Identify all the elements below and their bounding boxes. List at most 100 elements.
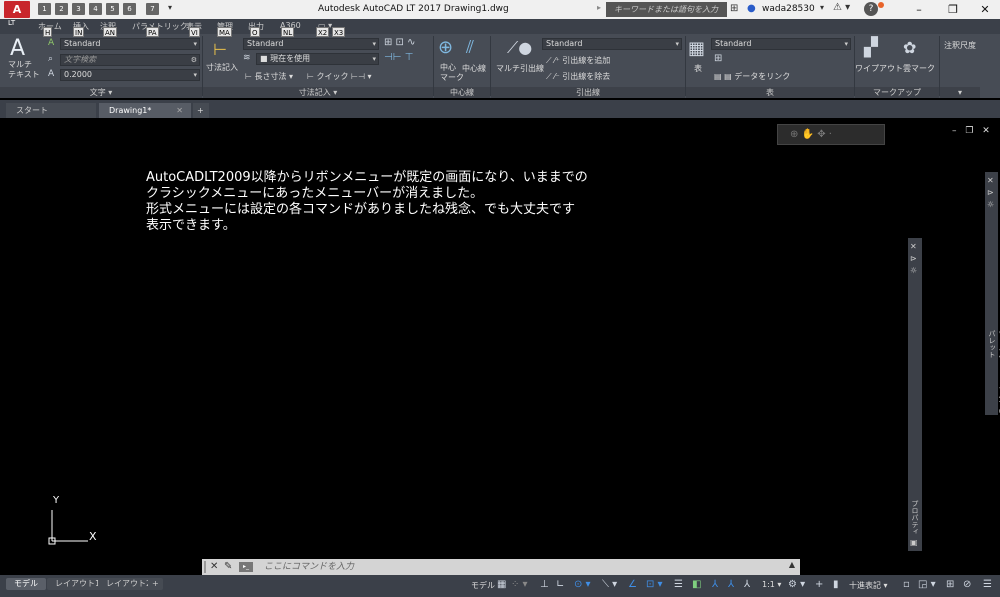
open-file-icon[interactable]: 2 <box>55 3 68 15</box>
centerline-icon[interactable]: ⫽ <box>466 37 474 58</box>
object-snap-icon[interactable]: ⊡ ▾ <box>646 579 663 590</box>
close-icon[interactable]: ✕ <box>987 176 994 185</box>
find-text-input[interactable]: 文字検索 ⚙ <box>60 54 200 66</box>
linear-dim-button[interactable]: ⊢ 長さ寸法 ▾ <box>245 71 293 82</box>
wipeout-label[interactable]: ワイプアウト <box>855 63 903 74</box>
polar-tracking-icon[interactable]: ⊙ ▾ <box>574 579 591 590</box>
tab-start[interactable]: スタート <box>6 103 96 118</box>
quick-dim-button[interactable]: ⊢ クイック ⊢⊣ ▾ <box>307 71 372 82</box>
command-input[interactable] <box>264 560 784 574</box>
save-as-icon[interactable]: 4 <box>89 3 102 15</box>
settings-icon[interactable]: ☼ <box>987 200 994 209</box>
annotation-scale-label[interactable]: 注釈尺度 <box>944 40 976 51</box>
multileader-icon[interactable]: ⟋● <box>507 38 532 58</box>
close-icon[interactable]: ✕ <box>973 2 997 17</box>
tab-parametric[interactable]: パラメトリック <box>132 21 188 32</box>
quick-properties-icon[interactable]: ▮ <box>833 579 839 590</box>
search-expand-icon[interactable]: ▸ <box>597 3 601 12</box>
maximize-icon[interactable]: ❐ <box>941 2 965 17</box>
isodraft-icon[interactable]: ⟍ ▾ <box>602 579 617 590</box>
command-history-icon[interactable]: ▸_ <box>239 562 253 572</box>
model-space-toggle[interactable]: モデル <box>471 580 495 591</box>
leader-style-select[interactable]: Standard ▾ <box>542 38 682 50</box>
dim-tools-icon[interactable]: ⊞ ⊡ ∿ <box>384 37 416 48</box>
table-label[interactable]: 表 <box>694 63 702 74</box>
dimension-panel-title[interactable]: 寸法記入 ▾ <box>203 87 433 98</box>
close-icon[interactable]: ✕ <box>910 242 917 251</box>
units-select[interactable]: 十進表記 ▾ <box>849 580 888 591</box>
undo-icon[interactable]: 6 <box>123 3 136 15</box>
minimize-icon[interactable]: – <box>907 2 931 17</box>
annotation-scale-icon[interactable]: ⅄ <box>744 579 750 590</box>
add-leader-button[interactable]: ⟋ ⁄⁺ 引出線を追加 <box>546 55 610 66</box>
center-mark-icon[interactable]: ⊕ <box>438 37 453 58</box>
mtext-note[interactable]: AutoCADLT2009以降からリボンメニューが既定の画面になり、いままでの … <box>146 170 626 234</box>
command-grip[interactable] <box>204 561 206 573</box>
centerline-panel-title[interactable]: 中心線 <box>434 87 490 98</box>
expand-icon[interactable]: ▲ <box>789 560 795 569</box>
lineweight-icon[interactable]: ☰ <box>674 579 683 590</box>
annotation-scale-dropdown-icon[interactable]: ▾ <box>940 87 980 98</box>
close-tab-icon[interactable]: ✕ <box>176 103 183 118</box>
data-link-button[interactable]: ▤ ▤ データをリンク <box>714 71 790 82</box>
dim-layer-select[interactable]: ■ 現在を使用 ▾ <box>256 53 379 65</box>
add-layout-button[interactable]: + <box>148 578 163 590</box>
hardware-acceleration-icon[interactable]: ◲ ▾ <box>918 579 936 590</box>
properties-icon[interactable]: ▣ <box>910 538 918 547</box>
ortho-icon[interactable]: ∟ <box>556 579 564 590</box>
wipeout-icon[interactable]: ▞ <box>864 37 878 58</box>
binoculars-icon[interactable]: ⊞ <box>730 3 738 14</box>
text-height-select[interactable]: 0.2000 ▾ <box>60 69 200 81</box>
print-icon[interactable]: 5 <box>106 3 119 15</box>
snap-icon[interactable]: ⁘ ▾ <box>511 579 528 590</box>
grid-icon[interactable]: ▦ <box>497 579 506 590</box>
quick-access-dropdown-icon[interactable]: ▾ <box>168 3 172 12</box>
menu-icon[interactable]: ☰ <box>983 579 992 590</box>
workspace-gear-icon[interactable]: ⚙ ▾ <box>788 579 805 590</box>
dim-break-icon[interactable]: ⊣⊢ ⊤ <box>384 52 413 63</box>
close-icon[interactable]: ✕ <box>210 561 218 572</box>
user-dropdown-icon[interactable]: ▾ <box>820 3 824 12</box>
table-panel-title[interactable]: 表 <box>686 87 854 98</box>
annotation-scale-value[interactable]: 1:1 ▾ <box>762 580 781 589</box>
object-snap-tracking-icon[interactable]: ∠ <box>628 579 637 590</box>
centerline-label[interactable]: 中心線 <box>462 63 486 74</box>
help-search-input[interactable]: キーワードまたは語句を入力 <box>606 2 727 17</box>
multileader-label[interactable]: マルチ引出線 <box>496 63 544 74</box>
plus-icon[interactable]: + <box>815 579 823 590</box>
center-mark-label[interactable]: 中心 マーク <box>440 63 464 83</box>
clean-screen-icon[interactable]: ⊞ <box>946 579 954 590</box>
new-tab-button[interactable]: + <box>193 103 209 118</box>
customization-icon[interactable]: ⊘ <box>963 579 971 590</box>
help-icon[interactable]: ? <box>864 2 878 16</box>
table-style-select[interactable]: Standard ▾ <box>711 38 851 50</box>
properties-palette-strip[interactable]: ✕ ⊳ ☼ プロパティ ▣ <box>908 238 922 551</box>
auto-scale-icon[interactable]: ⅄ <box>728 579 734 590</box>
extract-data-icon[interactable]: ⊞ <box>714 53 722 64</box>
multiline-text-icon[interactable]: A <box>10 36 25 61</box>
save-file-icon[interactable]: 3 <box>72 3 85 15</box>
tab-drawing1[interactable]: Drawing1* ✕ <box>99 103 191 118</box>
application-menu-button[interactable]: A <box>4 1 30 18</box>
remove-leader-button[interactable]: ⟋ ⁄⁻ 引出線を除去 <box>546 71 610 82</box>
user-name[interactable]: wada28530 <box>762 4 815 14</box>
dimension-button-label[interactable]: 寸法記入 <box>206 62 238 73</box>
markup-panel-title[interactable]: マークアップ <box>855 87 939 98</box>
exchange-apps-icon[interactable]: ⚠ ▾ <box>833 2 850 13</box>
new-file-icon[interactable]: 1 <box>38 3 51 15</box>
pin-icon[interactable]: ⊳ <box>910 254 917 263</box>
tool-palette-strip[interactable]: ✕ ⊳ ☼ ツールパレット - すべてのパレット <box>985 172 1000 415</box>
viewport-controls[interactable]: – ❐ ✕ <box>952 126 993 136</box>
leader-panel-title[interactable]: 引出線 <box>491 87 685 98</box>
navigation-bar[interactable]: ⊕ ✋ ✥ · <box>777 124 885 145</box>
infer-constraints-icon[interactable]: ⊥ <box>540 579 549 590</box>
revcloud-label[interactable]: 雲マーク <box>903 63 935 74</box>
pin-icon[interactable]: ⊳ <box>987 188 994 197</box>
layout-tab-model[interactable]: モデル <box>6 578 46 590</box>
table-icon[interactable]: ▦ <box>688 38 705 59</box>
text-panel-title[interactable]: 文字 ▾ <box>0 87 202 98</box>
redo-icon[interactable]: 7 <box>146 3 159 15</box>
user-icon[interactable]: ● <box>747 3 756 14</box>
text-style-select[interactable]: Standard ▾ <box>60 38 200 50</box>
isolate-objects-icon[interactable]: ▫ <box>903 579 910 590</box>
